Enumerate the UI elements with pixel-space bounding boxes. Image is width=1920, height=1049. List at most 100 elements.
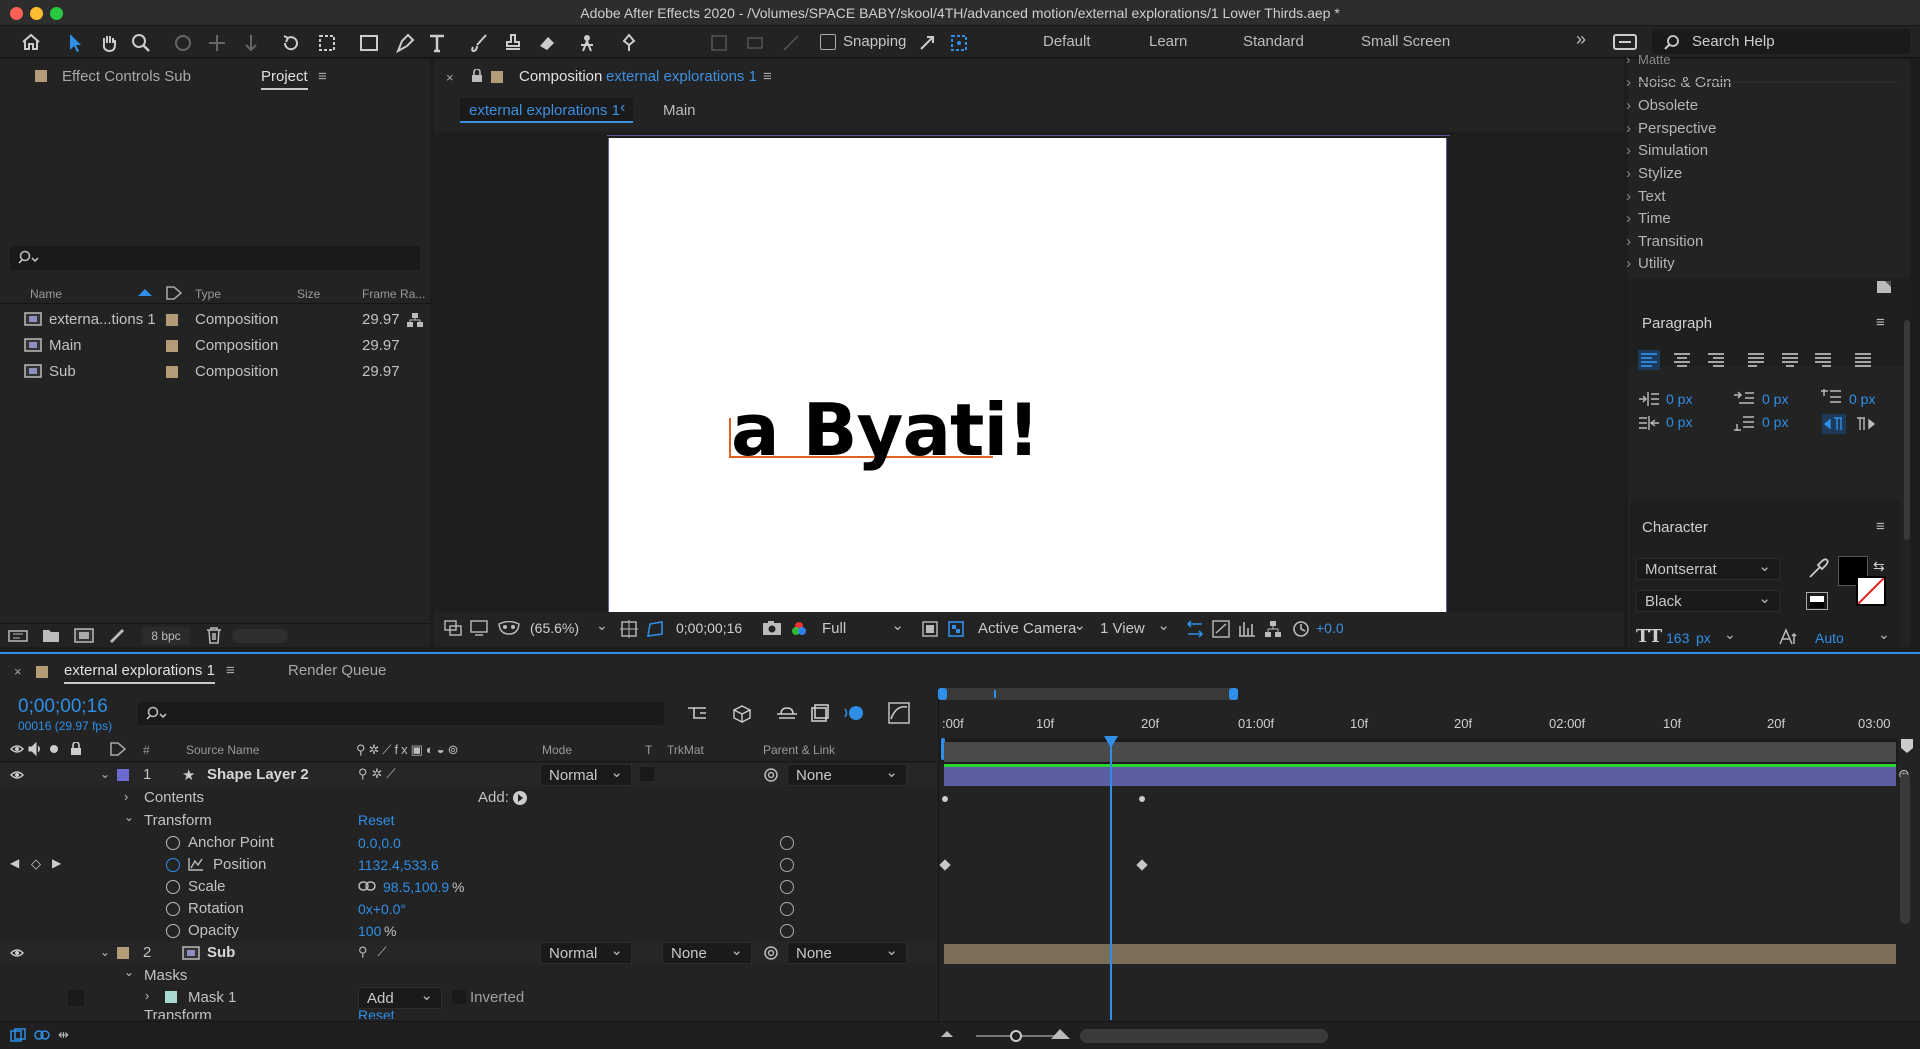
orbit-camera-icon[interactable] (170, 29, 196, 55)
mask-1-row[interactable]: › Mask 1 Add Inverted (0, 986, 936, 1009)
reset-exposure-icon[interactable] (1292, 620, 1310, 638)
parent-dropdown[interactable]: None (787, 763, 907, 786)
project-item[interactable]: Main Composition 29.97 (0, 333, 430, 358)
zoom-tool-icon[interactable] (128, 29, 154, 55)
tab-effect-controls[interactable]: Effect Controls Sub (62, 68, 191, 85)
space-before-value[interactable]: 0 px (1849, 391, 1875, 407)
lock-switch-icon[interactable] (70, 742, 82, 756)
no-fill-icon[interactable] (1806, 592, 1828, 610)
work-area-range[interactable] (944, 742, 1896, 762)
column-track-matte[interactable]: TrkMat (667, 743, 704, 757)
expand-chevron-icon[interactable]: › (145, 988, 149, 1003)
mask-visibility-icon[interactable] (498, 621, 520, 635)
new-folder-icon[interactable] (42, 628, 60, 643)
audio-switch-icon[interactable] (28, 742, 42, 756)
effect-category-matte[interactable]: Matte (1626, 52, 1670, 67)
align-left-icon[interactable] (1638, 350, 1660, 370)
chevron-down-icon[interactable]: ⌄ (1724, 626, 1736, 643)
workspace-default[interactable]: Default (1043, 33, 1091, 50)
time-navigator-bar[interactable] (938, 688, 1238, 700)
layer-label-swatch[interactable] (117, 947, 129, 959)
expand-chevron-icon[interactable]: › (124, 789, 128, 804)
new-preset-icon[interactable] (1876, 280, 1892, 294)
stopwatch-icon[interactable] (166, 836, 180, 850)
stopwatch-icon[interactable] (166, 924, 180, 938)
anchor-point-value[interactable]: 0.0,0.0 (358, 835, 401, 851)
region-of-interest-icon[interactable] (646, 620, 664, 638)
preserve-transparency-checkbox[interactable] (640, 767, 654, 781)
mask-mode-dropdown[interactable]: Add (358, 986, 442, 1009)
paragraph-menu[interactable]: ≡ (1876, 314, 1885, 331)
swap-colors-icon[interactable]: ⇆ (1873, 558, 1885, 575)
column-frame-rate[interactable]: Frame Ra... (362, 287, 425, 301)
anchor-point-row[interactable]: Anchor Point 0.0,0.0 (0, 832, 936, 854)
expression-pick-whip-icon[interactable] (780, 858, 794, 872)
transparency-grid-icon[interactable] (948, 621, 964, 637)
breadcrumb-main[interactable]: Main (663, 102, 696, 119)
blend-mode-dropdown[interactable]: Normal (540, 941, 632, 964)
flowchart-icon[interactable] (407, 312, 423, 328)
parent-dropdown[interactable]: None (787, 941, 907, 964)
timeline-panel-menu[interactable]: ≡ (226, 662, 235, 679)
viewer-area[interactable]: a Byati! (434, 132, 1624, 612)
chevron-down-icon[interactable]: ⌄ (596, 617, 608, 634)
pan-behind-tool-icon[interactable] (314, 29, 340, 55)
opacity-row[interactable]: Opacity 100 % (0, 920, 936, 942)
right-to-left-icon[interactable] (1853, 414, 1877, 434)
layer-2-duration-bar[interactable] (944, 944, 1896, 964)
draft-3d-icon[interactable] (1212, 620, 1230, 638)
effect-category-utility[interactable]: Utility (1626, 255, 1675, 272)
hide-shy-layers-icon[interactable] (776, 704, 798, 722)
roto-brush-tool-icon[interactable] (574, 29, 600, 55)
timeline-current-time[interactable]: 0;00;00;16 (18, 696, 108, 718)
grid-guides-icon[interactable] (620, 620, 638, 638)
mask-color-swatch[interactable] (165, 991, 177, 1003)
blend-mode-dropdown[interactable]: Normal (540, 763, 632, 786)
eraser-tool-icon[interactable] (534, 29, 560, 55)
snap-edges-icon[interactable] (914, 29, 940, 55)
justify-last-center-icon[interactable] (1779, 350, 1801, 370)
pick-whip-icon[interactable] (763, 767, 779, 783)
font-style-dropdown[interactable]: Black (1636, 589, 1780, 612)
rotation-tool-icon[interactable] (278, 29, 304, 55)
scale-row[interactable]: Scale 98.5,100.9 % (0, 876, 936, 898)
align-center-icon[interactable] (1671, 350, 1693, 370)
expression-pick-whip-icon[interactable] (780, 836, 794, 850)
zoom-in-icon[interactable] (1050, 1026, 1072, 1040)
time-navigator-start[interactable] (938, 688, 947, 700)
layer-switch-icons[interactable]: ⚲✲⟋ (358, 766, 400, 782)
layer-1-duration-bar[interactable] (944, 767, 1896, 786)
composition-mini-flowchart-icon[interactable] (686, 704, 708, 722)
add-menu-button[interactable] (513, 791, 527, 805)
zoom-out-icon[interactable] (940, 1028, 954, 1038)
layer-label-swatch[interactable] (117, 769, 129, 781)
pan-camera-icon[interactable] (204, 29, 230, 55)
exposure-value[interactable]: +0.0 (1316, 620, 1344, 636)
transform-reset-link[interactable]: Reset (358, 812, 395, 828)
eyedropper-icon[interactable] (1807, 558, 1829, 580)
position-value[interactable]: 1132.4,533.6 (358, 857, 439, 873)
right-panel-scrollbar[interactable] (1904, 320, 1910, 540)
selection-tool-icon[interactable] (62, 29, 88, 55)
thumbnail-scrollbar[interactable] (232, 629, 288, 643)
type-tool-icon[interactable] (424, 29, 450, 55)
effect-category-transition[interactable]: Transition (1626, 233, 1703, 250)
bpc-button[interactable]: 8 bpc (142, 627, 190, 645)
sync-settings-icon[interactable] (1612, 29, 1638, 55)
zoom-level-dropdown[interactable]: (65.6%) (530, 620, 579, 636)
contents-group-row[interactable]: › Contents Add: (0, 787, 936, 809)
align-icon[interactable] (706, 29, 732, 55)
camera-snapshot-icon[interactable] (762, 620, 782, 636)
trash-icon[interactable] (206, 627, 222, 644)
pen-tool-icon[interactable] (392, 29, 418, 55)
constrain-proportions-icon[interactable] (358, 881, 376, 891)
scale-value[interactable]: 98.5,100.9 (383, 879, 449, 895)
in-out-toggle-icon[interactable]: ⇹ (58, 1027, 69, 1043)
justify-last-left-icon[interactable] (1745, 350, 1767, 370)
monitor-icon[interactable] (470, 620, 488, 636)
inverted-checkbox[interactable] (452, 990, 466, 1004)
more-workspaces-button[interactable]: » (1576, 29, 1586, 50)
project-item[interactable]: Sub Composition 29.97 (0, 359, 430, 384)
indent-left-value[interactable]: 0 px (1666, 391, 1692, 407)
current-time-indicator[interactable] (1110, 736, 1112, 1020)
